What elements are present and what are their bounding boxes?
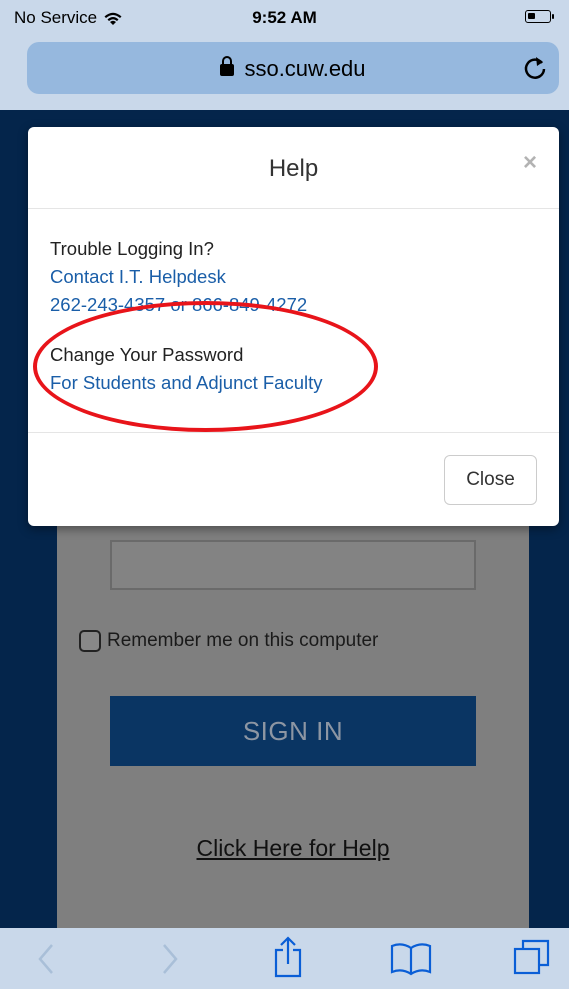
status-time: 9:52 AM: [252, 8, 317, 27]
url-label: sso.cuw.edu: [244, 56, 366, 81]
remember-checkbox[interactable]: [79, 630, 101, 652]
modal-footer: Close: [28, 433, 559, 526]
phone-numbers[interactable]: 262-243-4357 or 866-849-4272: [50, 291, 559, 319]
password-input[interactable]: [110, 540, 476, 590]
help-link[interactable]: Click Here for Help: [57, 835, 529, 862]
browser-toolbar: [0, 928, 569, 989]
share-icon[interactable]: [274, 936, 302, 978]
password-heading: Change Your Password: [50, 344, 244, 365]
trouble-heading: Trouble Logging In?: [50, 238, 214, 259]
reload-icon[interactable]: [521, 54, 549, 82]
battery-icon: [525, 10, 554, 23]
address-bar[interactable]: sso.cuw.edu: [27, 42, 559, 94]
helpdesk-link[interactable]: Contact I.T. Helpdesk: [50, 263, 559, 291]
modal-header: Help ×: [28, 127, 559, 209]
close-button[interactable]: Close: [444, 455, 537, 505]
password-reset-link[interactable]: For Students and Adjunct Faculty: [50, 369, 559, 397]
modal-title: Help: [268, 155, 319, 182]
url-text-row: sso.cuw.edu: [27, 56, 559, 82]
login-card: Remember me on this computer SIGN IN Cli…: [57, 500, 529, 928]
forward-icon[interactable]: [160, 942, 180, 976]
remember-row[interactable]: Remember me on this computer: [79, 630, 378, 652]
status-bar: No Service 9:52 AM: [0, 0, 569, 34]
tabs-icon[interactable]: [513, 938, 551, 976]
sign-in-button[interactable]: SIGN IN: [110, 696, 476, 766]
close-icon[interactable]: ×: [523, 149, 537, 177]
remember-label: Remember me on this computer: [107, 630, 379, 651]
browser-url-area: sso.cuw.edu: [0, 34, 569, 110]
lock-icon: [220, 56, 235, 76]
help-modal: Help × Trouble Logging In? Contact I.T. …: [28, 127, 559, 526]
modal-body: Trouble Logging In? Contact I.T. Helpdes…: [28, 209, 559, 433]
bookmarks-icon[interactable]: [390, 942, 432, 976]
battery-fill: [528, 13, 535, 19]
back-icon[interactable]: [36, 942, 56, 976]
